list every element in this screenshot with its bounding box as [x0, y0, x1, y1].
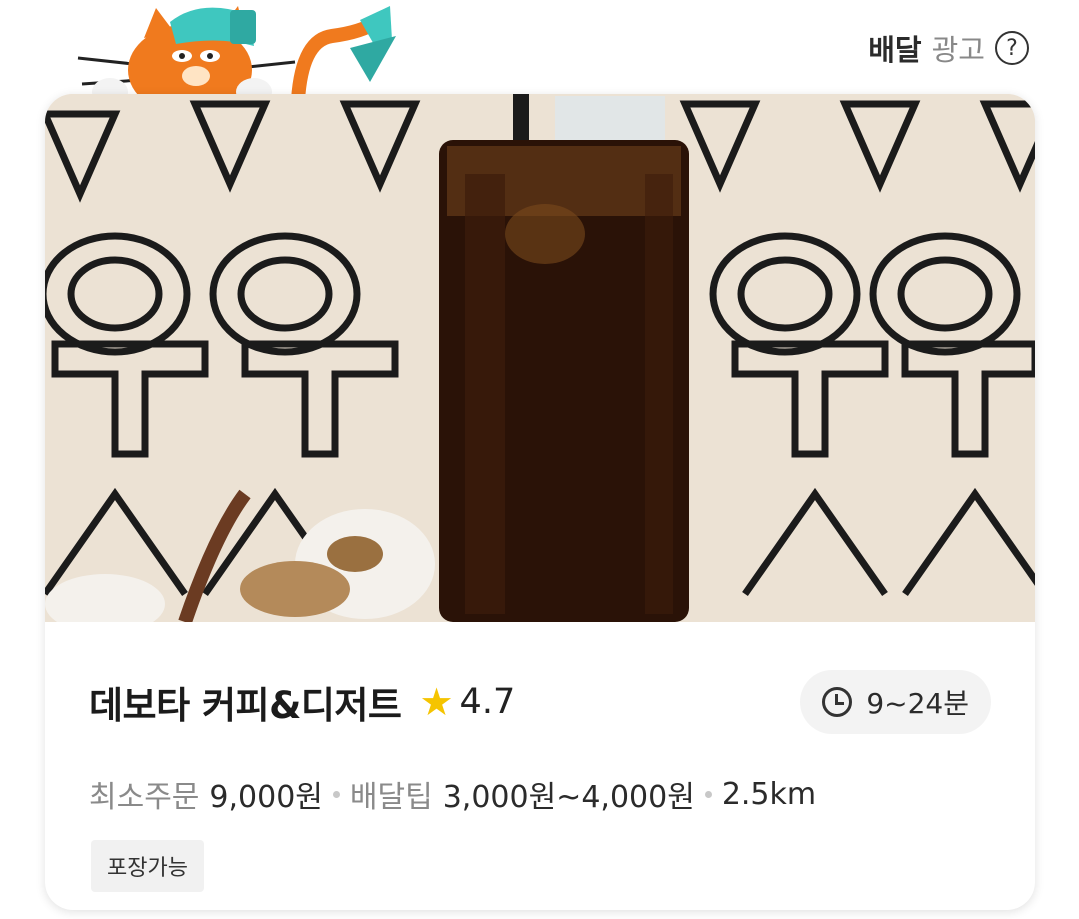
delivery-time-chip: 9~24분	[800, 670, 991, 734]
ad-store-banner: 배달 광고 ? 데보타 커피&디저트 ★ 4.7 9~24분 최소주문 9,00…	[0, 0, 1079, 919]
min-order-value: 9,000원	[209, 780, 323, 815]
min-order-label: 최소주문	[89, 780, 200, 815]
store-meta-row: 최소주문 9,000원 배달팁 3,000원~4,000원 2.5km	[89, 772, 1015, 816]
delivery-tip-value: 3,000원~4,000원	[442, 780, 695, 815]
separator-dot	[332, 790, 340, 798]
distance-value: 2.5km	[721, 776, 817, 812]
star-icon: ★	[419, 680, 454, 724]
store-rating: 4.7	[459, 682, 516, 722]
delivery-tip-label: 배달팁	[349, 780, 433, 815]
cat-mascot-illustration	[77, 6, 396, 108]
clock-icon	[822, 687, 853, 717]
takeout-tag: 포장가능	[91, 840, 204, 892]
store-card[interactable]: 데보타 커피&디저트 ★ 4.7 9~24분 최소주문 9,000원 배달팁 3…	[45, 94, 1035, 910]
ad-text: 광고	[931, 33, 985, 67]
store-title-row: 데보타 커피&디저트 ★ 4.7 9~24분	[89, 670, 991, 734]
ad-label: 배달 광고 ?	[868, 26, 1029, 70]
question-circle-icon[interactable]: ?	[995, 31, 1029, 65]
separator-dot	[704, 790, 712, 798]
store-name: 데보타 커피&디저트	[89, 684, 402, 727]
ad-brand: 배달	[868, 33, 922, 67]
delivery-time: 9~24분	[866, 687, 969, 720]
store-hero-image	[45, 94, 1035, 622]
